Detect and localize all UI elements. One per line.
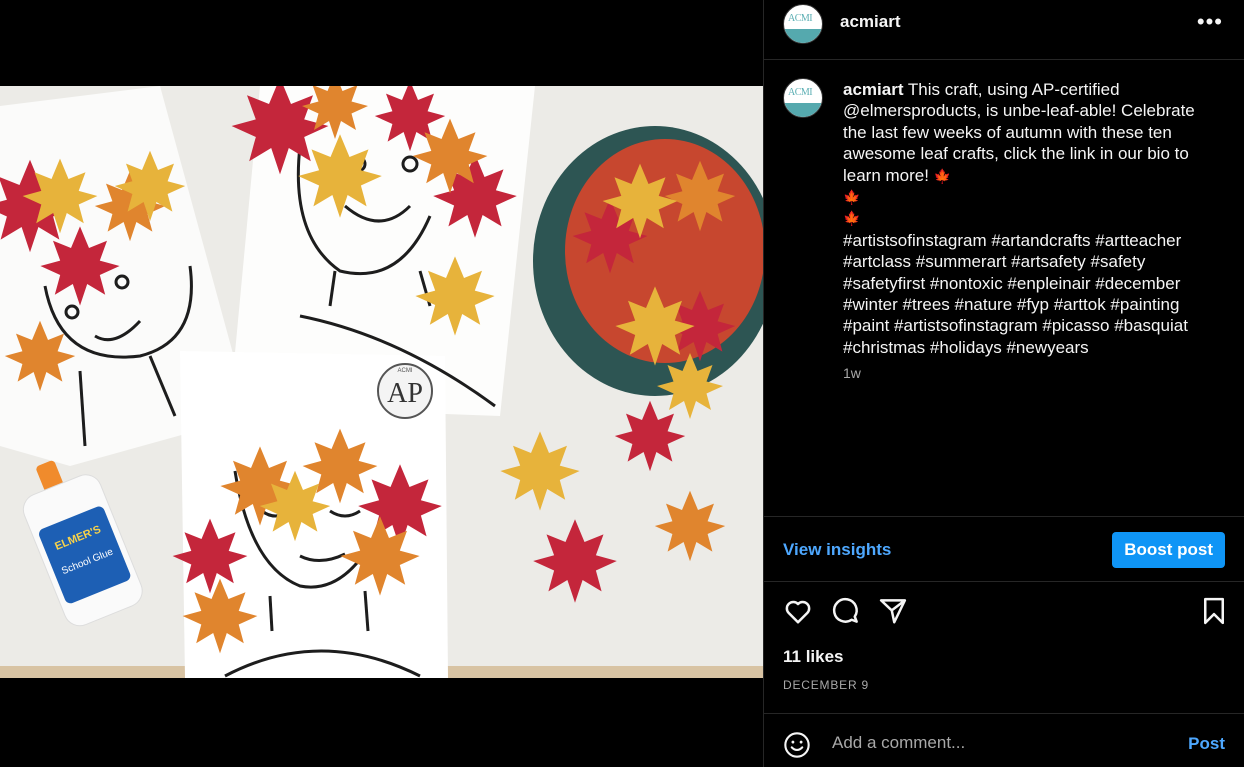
post-header: ACMI acmiart ••• [764,0,1244,60]
action-bar [764,596,1244,632]
hashtag-line[interactable]: #safetyfirst #nontoxic #enpleinair #dece… [843,273,1213,294]
avatar[interactable]: ACMI [783,4,823,44]
maple-leaf-emoji: 🍁 [933,167,952,184]
caption-timestamp[interactable]: 1w [843,365,861,381]
caption-text: acmiart This craft, using AP-certified @… [843,79,1213,358]
caption-line: the last few weeks of autumn with these … [843,122,1172,142]
hashtag-line[interactable]: #christmas #holidays #newyears [843,337,1213,358]
view-insights-link[interactable]: View insights [783,540,891,560]
header-username[interactable]: acmiart [840,12,900,32]
caption-line: awesome leaf crafts, click the link in o… [843,144,1189,164]
comment-input[interactable] [830,728,1154,758]
caption-section: ACMI acmiart This craft, using AP-certif… [764,60,1244,516]
likes-count[interactable]: 11 likes [783,647,844,667]
smiley-icon[interactable] [783,731,811,764]
heart-icon[interactable] [783,596,813,631]
post-photo[interactable]: AP ACMI ELMER'S School Glue [0,86,763,678]
post-details-panel: ACMI acmiart ••• ACMI acmiart This craft… [763,0,1244,767]
caption-line: learn more! [843,165,929,185]
insights-bar: View insights Boost post [764,516,1244,582]
caption-username[interactable]: acmiart [843,80,903,99]
bookmark-icon[interactable] [1199,596,1229,631]
media-area: AP ACMI ELMER'S School Glue [0,0,763,767]
hashtag-line[interactable]: #artclass #summerart #artsafety #safety [843,251,1213,272]
maple-leaf-emoji: 🍁 [843,210,861,227]
comment-bubble-icon[interactable] [831,596,861,631]
paper-plane-icon[interactable] [878,596,908,631]
comment-bar: Post [764,713,1244,767]
ap-seal: AP ACMI [377,363,433,419]
post-comment-button[interactable]: Post [1188,734,1225,754]
maple-leaf-emoji: 🍁 [843,189,861,206]
hashtag-line[interactable]: #paint #artistsofinstagram #picasso #bas… [843,315,1213,336]
post-date: DECEMBER 9 [783,678,870,692]
hashtag-line[interactable]: #artistsofinstagram #artandcrafts #artte… [843,230,1213,251]
caption-avatar[interactable]: ACMI [783,78,823,118]
svg-text:ACMI: ACMI [398,368,413,374]
caption-line: @elmersproducts, is unbe-leaf-able! Cele… [843,101,1195,121]
hashtag-line[interactable]: #winter #trees #nature #fyp #arttok #pai… [843,294,1213,315]
craft-photo-illustration: AP ACMI ELMER'S School Glue [0,86,763,678]
svg-text:AP: AP [387,378,423,409]
boost-post-button[interactable]: Boost post [1112,532,1225,568]
more-dots-icon[interactable]: ••• [1197,11,1223,33]
